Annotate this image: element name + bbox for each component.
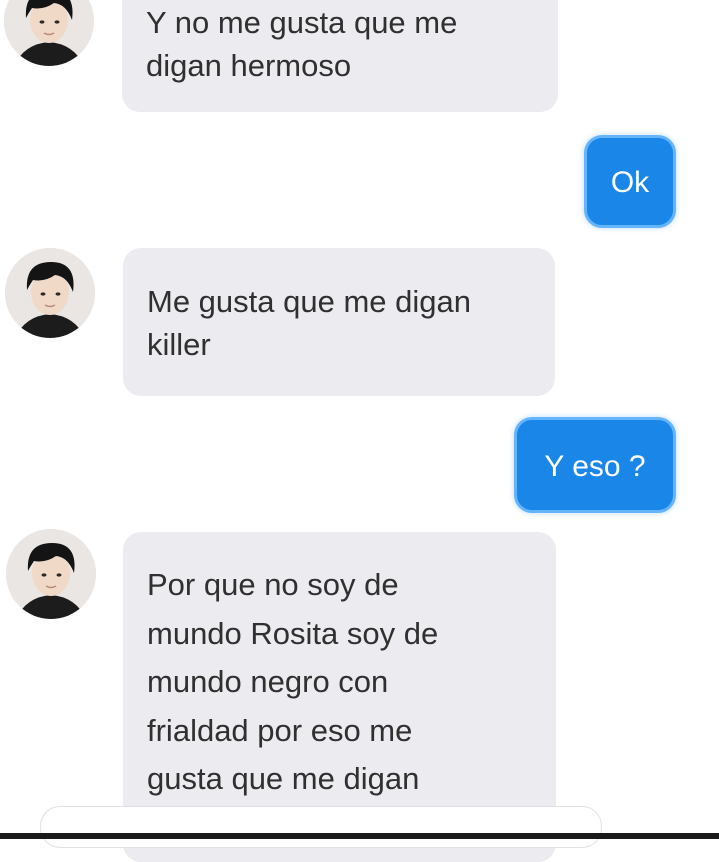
message-text: Y eso ? [544,450,646,483]
outgoing-message-bubble[interactable]: Y eso ? [514,417,676,513]
avatar-photo-icon [5,248,95,338]
message-text: Me gusta que me digan killer [147,284,471,362]
incoming-message-bubble[interactable]: Me gusta que me digan killer [123,248,555,396]
incoming-message-bubble[interactable]: Y no me gusta que me digan hermoso [122,0,558,112]
message-text: Ok [610,166,650,199]
avatar-photo-icon [4,0,94,66]
message-text: Y no me gusta que me digan hermoso [146,5,458,83]
contact-avatar[interactable] [4,0,94,66]
contact-avatar[interactable] [6,529,96,619]
outgoing-message-bubble[interactable]: Ok [584,135,676,228]
avatar-photo-icon [6,529,96,619]
message-input[interactable] [40,806,602,848]
contact-avatar[interactable] [5,248,95,338]
bottom-edge [0,833,719,839]
